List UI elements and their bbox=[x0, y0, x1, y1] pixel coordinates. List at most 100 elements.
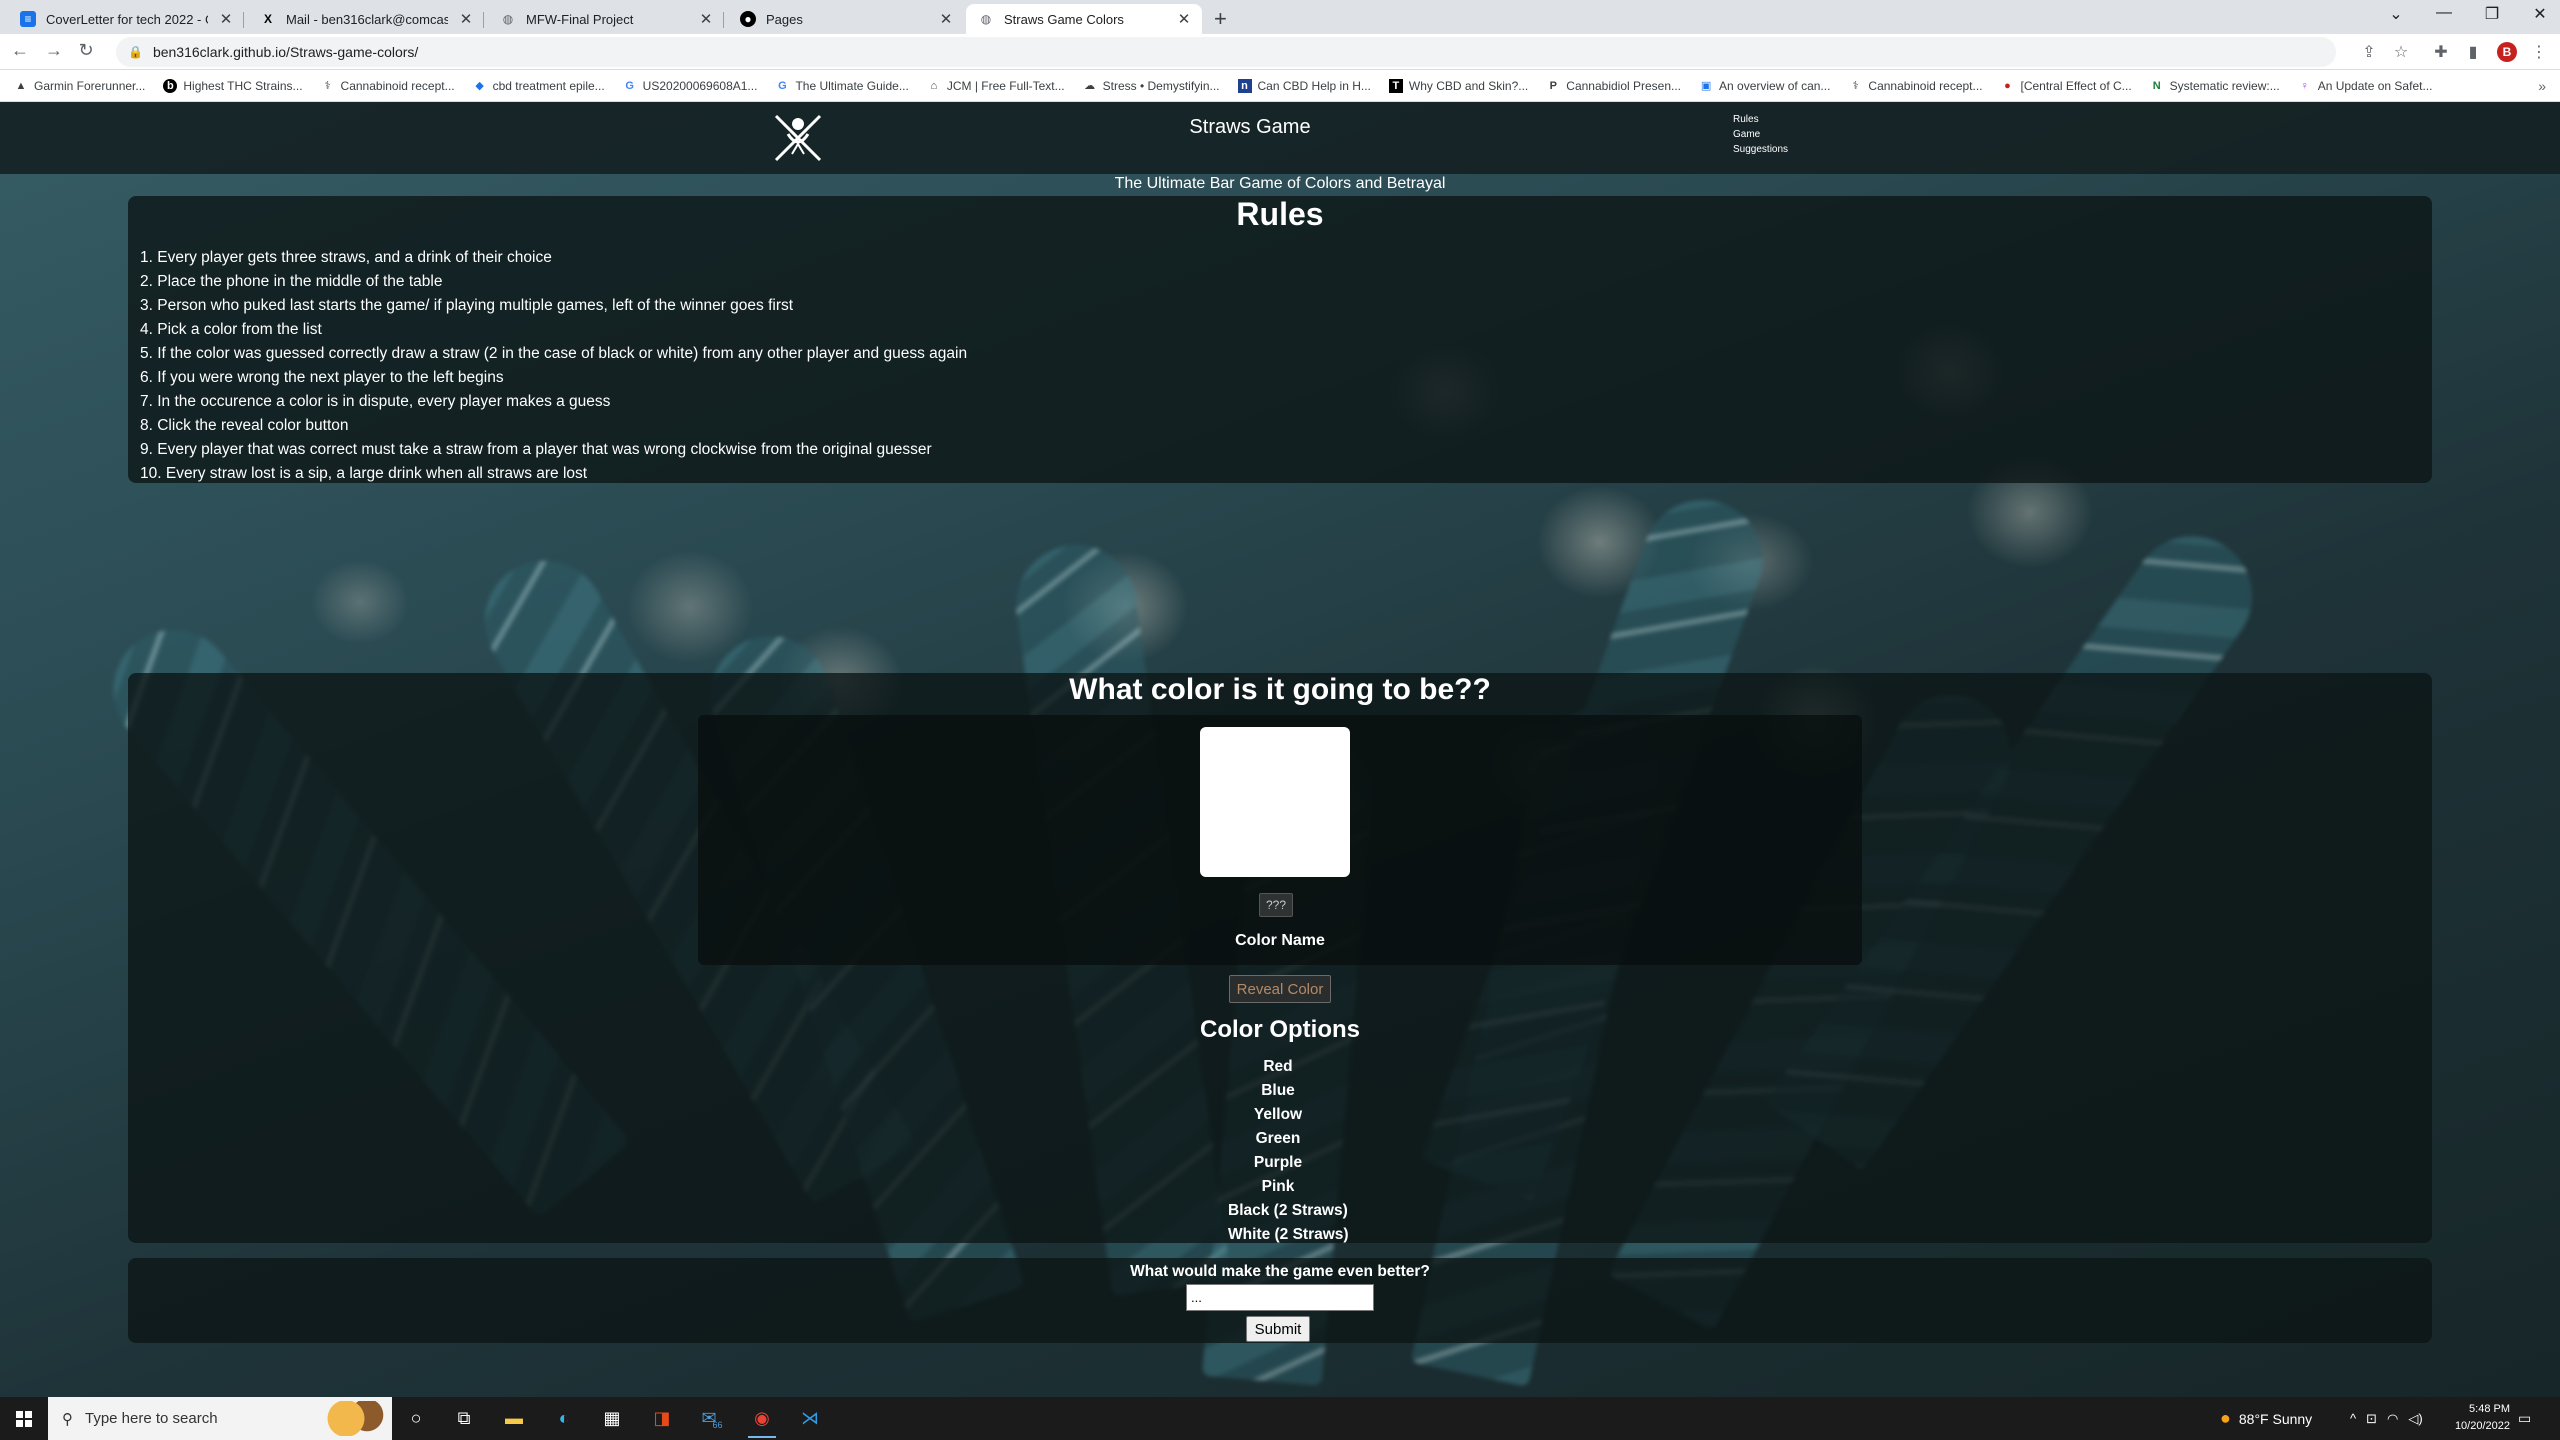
windows-taskbar: ⚲ Type here to search ○ ⧉ ▬ ◐ ▦ ◨ ✉ 66 ◉ … bbox=[0, 1397, 2560, 1440]
github-icon: ● bbox=[740, 11, 756, 27]
rule-item: 9. Every player that was correct must ta… bbox=[140, 441, 932, 458]
bookmark-item[interactable]: ⚕ Cannabinoid recept... bbox=[1848, 79, 1982, 93]
weather-widget[interactable]: ● 88°F Sunny bbox=[2220, 1397, 2312, 1440]
more-bookmarks-icon[interactable]: » bbox=[2538, 78, 2546, 94]
close-icon[interactable]: ✕ bbox=[458, 10, 474, 28]
bookmark-item[interactable]: N Systematic review:... bbox=[2150, 79, 2280, 93]
star-icon[interactable]: ☆ bbox=[2390, 42, 2412, 62]
notification-icon[interactable]: ▭ bbox=[2518, 1397, 2531, 1440]
forward-button[interactable]: → bbox=[42, 40, 66, 61]
volume-icon[interactable]: ◁) bbox=[2408, 1411, 2422, 1427]
bookmark-icon: n bbox=[1237, 78, 1252, 93]
close-icon[interactable]: ✕ bbox=[218, 10, 234, 28]
tab-search-icon[interactable]: ⌄ bbox=[2376, 4, 2416, 24]
bookmark-item[interactable]: ♀ An Update on Safet... bbox=[2298, 79, 2433, 93]
bookmark-item[interactable]: ⌂ JCM | Free Full-Text... bbox=[927, 79, 1065, 93]
bookmark-item[interactable]: ▣ An overview of can... bbox=[1699, 79, 1831, 93]
bookmark-icon: ☁ bbox=[1084, 80, 1096, 92]
site-header: Straws Game Rules Game Suggestions bbox=[0, 102, 2560, 174]
wifi-icon[interactable]: ◠ bbox=[2387, 1411, 2398, 1427]
color-option: Yellow bbox=[1253, 1106, 1303, 1123]
sun-icon: ● bbox=[2220, 1408, 2231, 1428]
minimize-button[interactable]: — bbox=[2424, 4, 2464, 22]
taskbar-search-box[interactable]: ⚲ Type here to search bbox=[48, 1397, 392, 1440]
submit-button[interactable]: Submit bbox=[1246, 1316, 1310, 1342]
nav-link-rules[interactable]: Rules bbox=[1733, 112, 1788, 127]
nav-link-game[interactable]: Game bbox=[1733, 127, 1788, 142]
bookmark-icon: P bbox=[1549, 79, 1557, 92]
new-tab-button[interactable]: + bbox=[1214, 6, 1227, 32]
bookmark-item[interactable]: b Highest THC Strains... bbox=[163, 78, 303, 93]
mail-badge: 66 bbox=[712, 1419, 723, 1430]
share-icon[interactable]: ⇪ bbox=[2358, 42, 2380, 62]
rule-item: 5. If the color was guessed correctly dr… bbox=[140, 345, 968, 362]
extensions-icon[interactable]: ✚ bbox=[2430, 42, 2452, 62]
site-nav: Rules Game Suggestions bbox=[1733, 112, 1788, 157]
close-icon[interactable]: ✕ bbox=[938, 10, 954, 28]
mail-icon[interactable]: ✉ 66 bbox=[694, 1403, 730, 1434]
cortana-icon[interactable]: ○ bbox=[398, 1403, 434, 1434]
mystery-color-button[interactable]: ??? bbox=[1259, 893, 1293, 917]
bookmark-item[interactable]: T Why CBD and Skin?... bbox=[1388, 78, 1528, 93]
bookmark-item[interactable]: n Can CBD Help in H... bbox=[1237, 78, 1371, 93]
tab-title: Pages bbox=[766, 11, 803, 27]
search-placeholder: Type here to search bbox=[85, 1410, 218, 1427]
reveal-color-button[interactable]: Reveal Color bbox=[1229, 975, 1331, 1003]
rule-item: 7. In the occurence a color is in disput… bbox=[140, 393, 611, 410]
bookmark-item[interactable]: ⚕ Cannabinoid recept... bbox=[321, 79, 455, 93]
bookmark-item[interactable]: G The Ultimate Guide... bbox=[775, 79, 909, 93]
windows-start-button[interactable] bbox=[0, 1397, 48, 1440]
chevron-up-icon[interactable]: ^ bbox=[2350, 1411, 2356, 1426]
nav-link-suggestions[interactable]: Suggestions bbox=[1733, 142, 1788, 157]
rule-item: 2. Place the phone in the middle of the … bbox=[140, 273, 443, 290]
google-icon: G bbox=[778, 79, 787, 92]
bookmark-item[interactable]: ● [Central Effect of C... bbox=[2001, 79, 2132, 93]
profile-avatar[interactable]: B bbox=[2497, 42, 2517, 62]
reload-button[interactable]: ↻ bbox=[74, 40, 98, 61]
close-icon[interactable]: ✕ bbox=[698, 10, 714, 28]
back-button[interactable]: ← bbox=[8, 40, 32, 61]
bookmark-item[interactable]: G US20200069608A1... bbox=[623, 79, 757, 93]
rules-list: 1. Every player gets three straws, and a… bbox=[140, 246, 967, 486]
bookmark-item[interactable]: ☁ Stress • Demystifyin... bbox=[1083, 79, 1219, 93]
bookmark-item[interactable]: P Cannabidiol Presen... bbox=[1546, 79, 1681, 93]
tab-title: CoverLetter for tech 2022 - Goog bbox=[46, 11, 208, 27]
wiki-icon: ⚕ bbox=[324, 80, 331, 92]
tab-coverletter[interactable]: ≡ CoverLetter for tech 2022 - Goog ✕ bbox=[8, 4, 244, 34]
bookmark-item[interactable]: ▲ Garmin Forerunner... bbox=[14, 79, 146, 93]
suggestion-input[interactable] bbox=[1186, 1284, 1374, 1311]
tab-pages[interactable]: ● Pages ✕ bbox=[728, 4, 964, 34]
vscode-icon[interactable]: ⋊ bbox=[792, 1403, 828, 1434]
office-icon[interactable]: ◨ bbox=[644, 1403, 680, 1434]
clock[interactable]: 5:48 PM 10/20/2022 bbox=[2440, 1401, 2510, 1435]
windows-logo-icon bbox=[16, 1410, 32, 1427]
color-display-box: ??? Color Name bbox=[698, 715, 1862, 965]
menu-icon[interactable]: ⋮ bbox=[2528, 42, 2550, 62]
network-icon[interactable]: ⊡ bbox=[2366, 1411, 2377, 1427]
color-options-list: Red Blue Yellow Green Purple Pink Black … bbox=[1228, 1055, 1349, 1247]
system-tray: ^ ⊡ ◠ ◁) bbox=[2350, 1397, 2423, 1440]
edge-icon[interactable]: ◐ bbox=[546, 1403, 582, 1434]
rule-item: 3. Person who puked last starts the game… bbox=[140, 297, 794, 314]
color-option: Green bbox=[1255, 1130, 1301, 1147]
lock-icon[interactable]: 🔒 bbox=[128, 45, 143, 59]
tab-mail[interactable]: X Mail - ben316clark@comcast.ne ✕ bbox=[248, 4, 484, 34]
task-view-icon[interactable]: ⧉ bbox=[446, 1403, 482, 1434]
tab-straws-game-colors[interactable]: ◍ Straws Game Colors ✕ bbox=[966, 4, 1202, 34]
tab-mfw-final-project[interactable]: ◍ MFW-Final Project ✕ bbox=[488, 4, 724, 34]
bookmarks-bar: ▲ Garmin Forerunner... b Highest THC Strai… bbox=[0, 70, 2560, 102]
site-title: Straws Game bbox=[1189, 116, 1311, 138]
file-explorer-icon[interactable]: ▬ bbox=[496, 1403, 532, 1434]
bookmark-icon: ◆ bbox=[475, 80, 484, 92]
store-icon[interactable]: ▦ bbox=[594, 1403, 630, 1434]
bookmark-icon: ♀ bbox=[2300, 79, 2309, 92]
site-subtitle: The Ultimate Bar Game of Colors and Betr… bbox=[1114, 175, 1446, 192]
side-panel-icon[interactable]: ▮ bbox=[2462, 42, 2484, 62]
address-bar[interactable]: 🔒 ben316clark.github.io/Straws-game-colo… bbox=[116, 37, 2336, 67]
restore-button[interactable]: ❐ bbox=[2472, 4, 2512, 24]
chrome-icon[interactable]: ◉ bbox=[744, 1403, 780, 1438]
browser-toolbar: ← → ↻ 🔒 ben316clark.github.io/Straws-gam… bbox=[0, 34, 2560, 70]
close-icon[interactable]: ✕ bbox=[1176, 10, 1192, 28]
close-window-button[interactable]: ✕ bbox=[2520, 4, 2560, 24]
bookmark-item[interactable]: ◆ cbd treatment epile... bbox=[473, 79, 604, 93]
